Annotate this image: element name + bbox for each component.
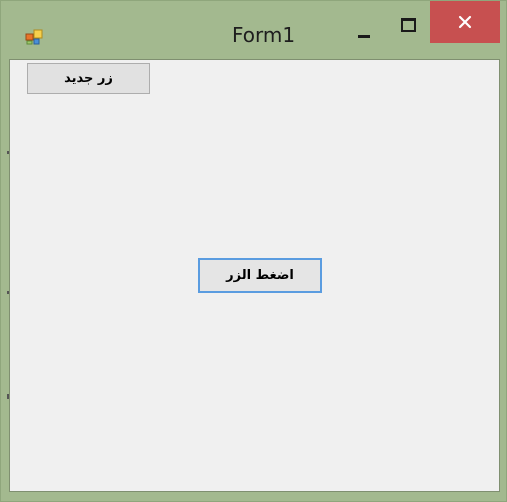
minimize-button[interactable] [346, 15, 382, 45]
close-button[interactable] [430, 1, 500, 43]
title-bar[interactable]: Form1 [1, 1, 506, 59]
press-button[interactable]: اضغط الزر [198, 258, 322, 293]
maximize-button[interactable] [391, 9, 427, 39]
form-client-area: زر جديد اضغط الزر [9, 59, 500, 492]
form1-window: Form1 زر جديد اضغط الزر [0, 0, 507, 502]
new-button[interactable]: زر جديد [27, 63, 150, 94]
close-icon [458, 15, 472, 29]
